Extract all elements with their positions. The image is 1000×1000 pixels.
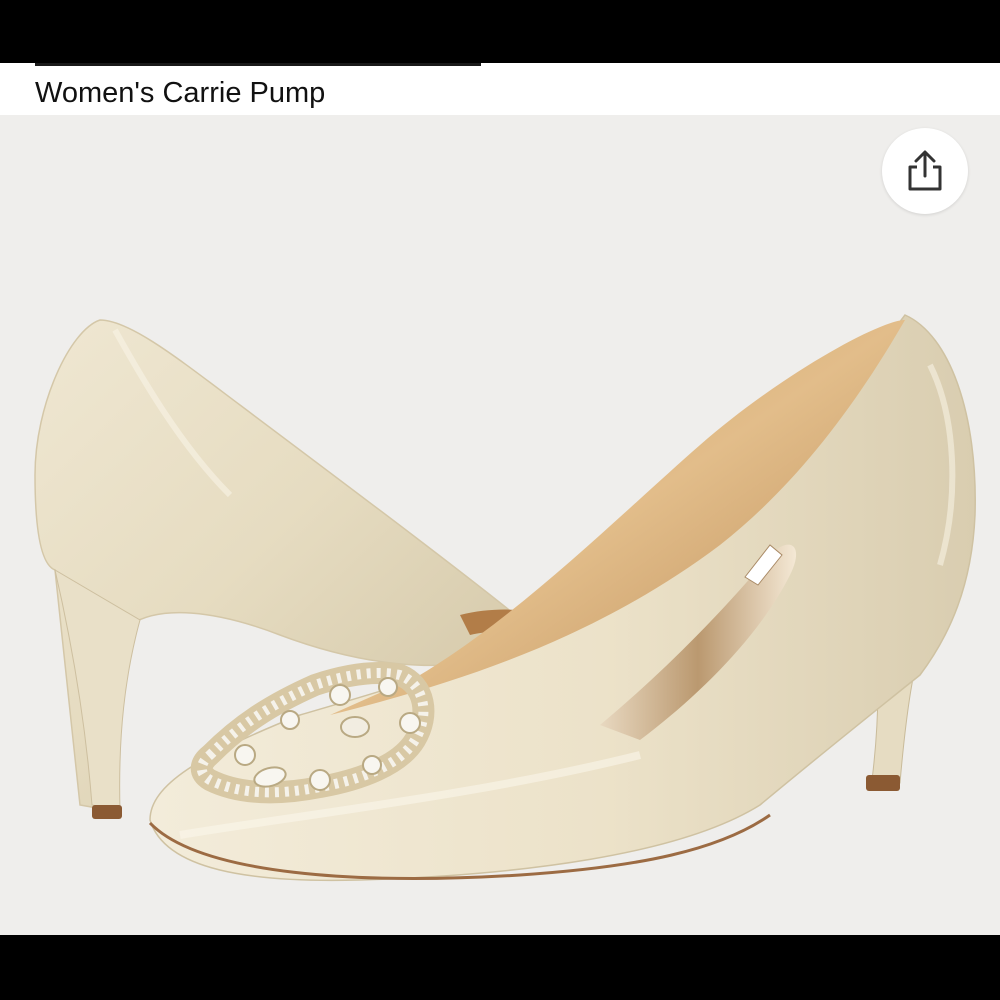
top-bar [0,0,1000,63]
divider [35,63,481,66]
product-title-bar: Women's Carrie Pump [0,63,1000,115]
product-title: Women's Carrie Pump [35,77,326,109]
share-icon [908,150,942,191]
share-button[interactable] [882,128,968,214]
product-image-viewer[interactable] [0,115,1000,935]
bottom-bar [0,935,1000,1000]
product-image[interactable] [0,115,1000,935]
